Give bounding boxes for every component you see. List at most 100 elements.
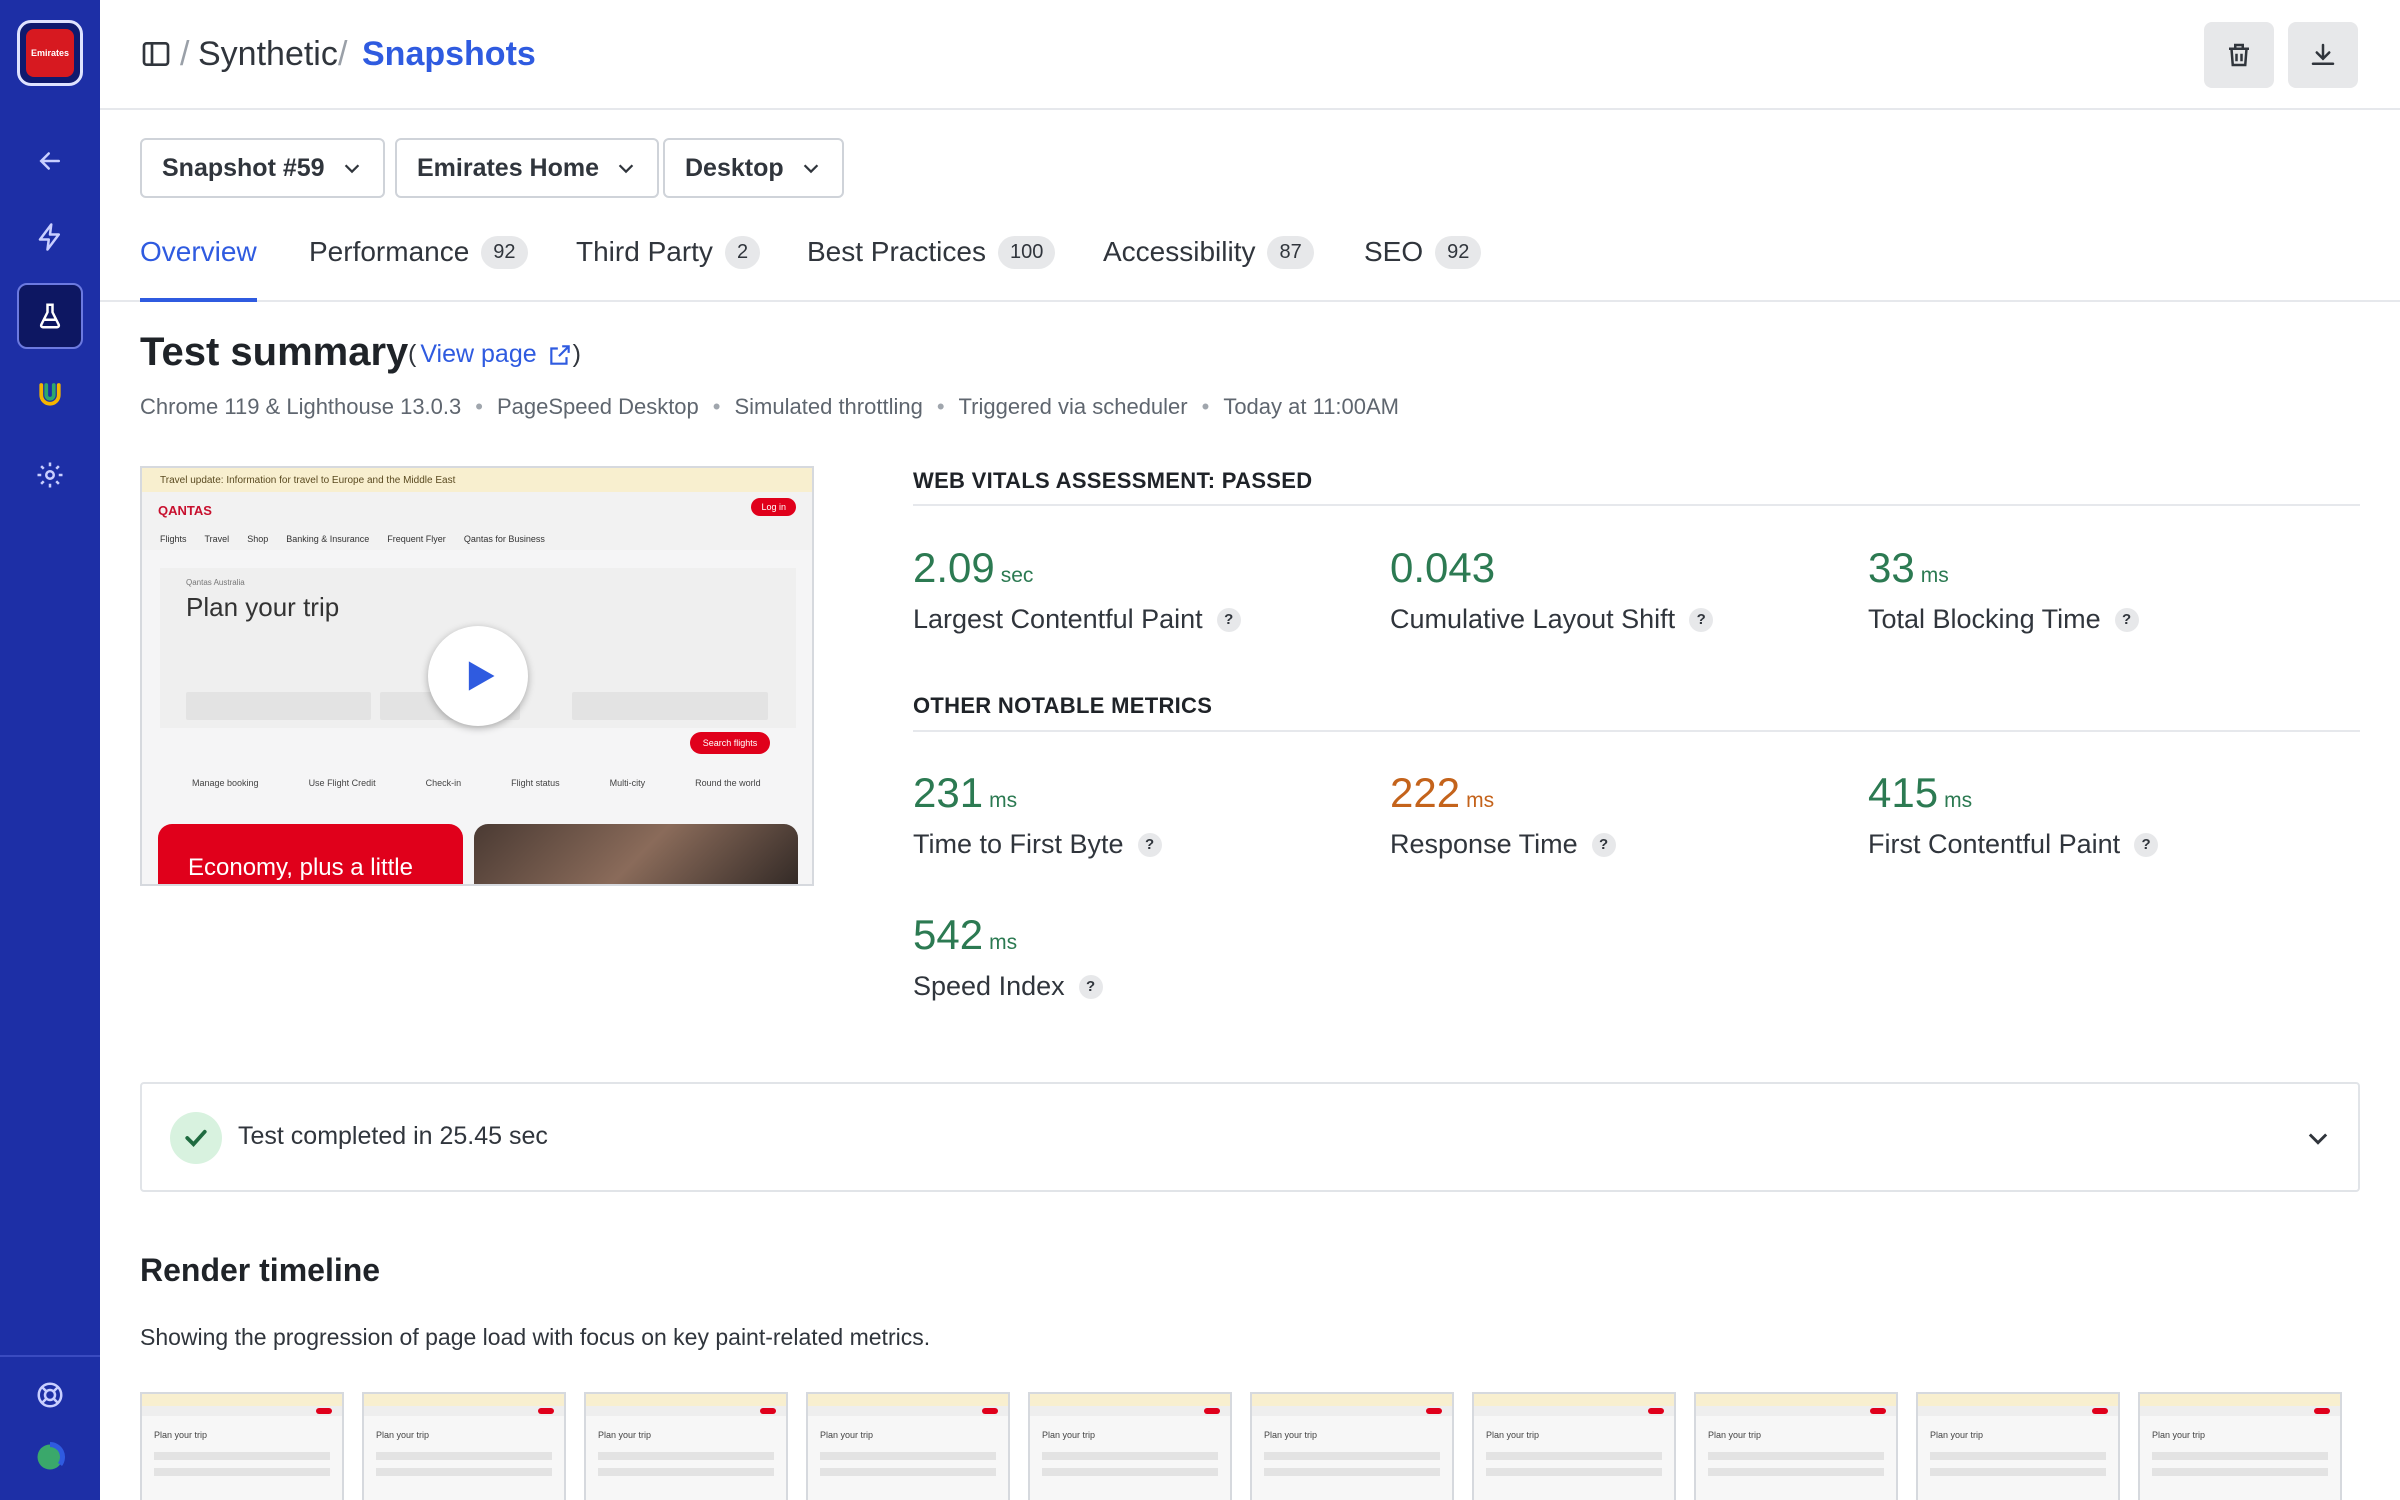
sidebar-toggle-icon[interactable] bbox=[140, 38, 172, 70]
frame-heading: Plan your trip bbox=[598, 1430, 652, 1440]
download-button[interactable] bbox=[2288, 22, 2358, 88]
timeline-frame[interactable]: Plan your trip bbox=[1472, 1392, 1676, 1500]
test-completion-panel[interactable]: Test completed in 25.45 sec bbox=[140, 1082, 2360, 1192]
frame-heading: Plan your trip bbox=[1930, 1430, 1984, 1440]
help-icon[interactable]: ? bbox=[2114, 607, 2139, 632]
frame-nav bbox=[2140, 1406, 2340, 1416]
other-metrics-label: OTHER NOTABLE METRICS bbox=[913, 693, 1213, 718]
play-icon bbox=[468, 661, 495, 691]
frame-banner bbox=[142, 1394, 342, 1406]
frame-heading: Plan your trip bbox=[2152, 1430, 2206, 1440]
frame-row bbox=[1042, 1468, 1218, 1476]
page-select-value: Emirates Home bbox=[417, 153, 600, 182]
timeline-frame[interactable]: Plan your trip bbox=[362, 1392, 566, 1500]
tab-performance[interactable]: Performance 92 bbox=[309, 226, 528, 302]
metric-value: 415 bbox=[1868, 769, 1939, 816]
preview-link: Multi-city bbox=[609, 778, 646, 788]
frame-banner bbox=[1030, 1394, 1230, 1406]
tab-overview[interactable]: Overview bbox=[140, 226, 257, 302]
metric-name: Response Time bbox=[1390, 829, 1578, 859]
help-icon[interactable]: ? bbox=[1137, 832, 1162, 857]
gear-icon[interactable] bbox=[17, 442, 83, 508]
frame-heading: Plan your trip bbox=[1708, 1430, 1762, 1440]
page-select[interactable]: Emirates Home bbox=[395, 138, 660, 198]
frame-nav bbox=[1918, 1406, 2118, 1416]
frame-banner bbox=[364, 1394, 564, 1406]
frame-row bbox=[598, 1468, 774, 1476]
chevron-down-icon bbox=[344, 164, 359, 174]
frame-row bbox=[1486, 1468, 1662, 1476]
section-divider bbox=[913, 730, 2360, 732]
web-vitals-label: WEB VITALS ASSESSMENT: PASSED bbox=[913, 468, 1313, 493]
tab-label: Accessibility bbox=[1103, 236, 1256, 267]
timeline-frame[interactable]: Plan your trip bbox=[1694, 1392, 1898, 1500]
meta-trigger: Triggered via scheduler bbox=[958, 394, 1188, 419]
rainbow-logo-icon[interactable] bbox=[17, 362, 83, 428]
timeline-frame[interactable]: Plan your trip bbox=[1916, 1392, 2120, 1500]
timeline-frame[interactable]: Plan your trip bbox=[806, 1392, 1010, 1500]
device-select[interactable]: Desktop bbox=[663, 138, 844, 198]
help-icon[interactable]: ? bbox=[1689, 607, 1714, 632]
user-avatar[interactable] bbox=[17, 1424, 83, 1490]
help-lifebuoy-icon[interactable] bbox=[17, 1362, 83, 1428]
play-video-button[interactable] bbox=[428, 626, 528, 726]
preview-link: Flight status bbox=[511, 778, 560, 788]
frame-heading: Plan your trip bbox=[1042, 1430, 1096, 1440]
timeline-frame[interactable]: Plan your trip bbox=[1250, 1392, 1454, 1500]
help-icon[interactable]: ? bbox=[1078, 974, 1103, 999]
metric-name: Total Blocking Time bbox=[1868, 604, 2101, 634]
metric-tbt: 33 ms Total Blocking Time? bbox=[1868, 544, 2328, 635]
metric-unit: ms bbox=[989, 789, 1018, 812]
snapshot-select[interactable]: Snapshot #59 bbox=[140, 138, 385, 198]
breadcrumb-snapshots[interactable]: Snapshots bbox=[362, 32, 536, 76]
preview-nav-item: Travel bbox=[204, 534, 230, 544]
tab-third-party[interactable]: Third Party 2 bbox=[576, 226, 761, 302]
help-icon[interactable]: ? bbox=[2134, 832, 2159, 857]
preview-nav-item: Shop bbox=[247, 534, 269, 544]
lightning-icon[interactable] bbox=[17, 204, 83, 270]
timeline-frame[interactable]: Plan your trip bbox=[584, 1392, 788, 1500]
timeline-frame[interactable]: Plan your trip bbox=[2138, 1392, 2342, 1500]
flask-icon[interactable] bbox=[17, 283, 83, 349]
breadcrumb-separator: / bbox=[338, 35, 348, 73]
preview-link: Check-in bbox=[425, 778, 462, 788]
metric-name: Largest Contentful Paint bbox=[913, 604, 1203, 634]
frame-row bbox=[154, 1468, 330, 1476]
emirates-logo-icon: Emirates bbox=[26, 29, 74, 77]
frame-heading: Plan your trip bbox=[820, 1430, 874, 1440]
preview-nav-item: Frequent Flyer bbox=[387, 534, 446, 544]
metric-unit: sec bbox=[1000, 564, 1034, 587]
org-logo[interactable]: Emirates bbox=[17, 20, 83, 86]
help-icon[interactable]: ? bbox=[1591, 832, 1616, 857]
frame-nav bbox=[1030, 1406, 1230, 1416]
view-page-label: View page bbox=[420, 340, 537, 368]
frame-row bbox=[820, 1452, 996, 1460]
frame-banner bbox=[1696, 1394, 1896, 1406]
metric-unit: ms bbox=[1920, 564, 1949, 587]
meta-dot: • bbox=[936, 394, 945, 419]
meta-dot: • bbox=[712, 394, 721, 419]
help-icon[interactable]: ? bbox=[1216, 607, 1241, 632]
frame-banner bbox=[1918, 1394, 2118, 1406]
view-page-link[interactable]: ( View page ) bbox=[408, 340, 581, 369]
tab-label: Third Party bbox=[576, 236, 713, 267]
breadcrumb-synthetic[interactable]: Synthetic bbox=[198, 32, 338, 76]
section-divider bbox=[913, 504, 2360, 506]
frame-nav bbox=[142, 1406, 342, 1416]
tab-seo[interactable]: SEO 92 bbox=[1364, 226, 1482, 302]
timeline-frame[interactable]: Plan your trip bbox=[1028, 1392, 1232, 1500]
delete-button[interactable] bbox=[2204, 22, 2274, 88]
frame-login bbox=[2314, 1408, 2330, 1414]
tab-count-badge: 87 bbox=[1267, 236, 1314, 269]
timeline-frame[interactable]: Plan your trip bbox=[140, 1392, 344, 1500]
preview-link: Round the world bbox=[695, 778, 761, 788]
frame-banner bbox=[586, 1394, 786, 1406]
back-arrow-icon[interactable] bbox=[17, 128, 83, 194]
page-screenshot-preview[interactable]: Travel update: Information for travel to… bbox=[140, 466, 814, 886]
sidebar: Emirates bbox=[0, 0, 100, 1500]
tab-best-practices[interactable]: Best Practices 100 bbox=[807, 226, 1056, 302]
chevron-down-icon[interactable] bbox=[2304, 1124, 2332, 1152]
tab-accessibility[interactable]: Accessibility 87 bbox=[1103, 226, 1314, 302]
metric-speed-index: 542 ms Speed Index? bbox=[913, 911, 1373, 1002]
external-link-icon bbox=[549, 344, 570, 365]
